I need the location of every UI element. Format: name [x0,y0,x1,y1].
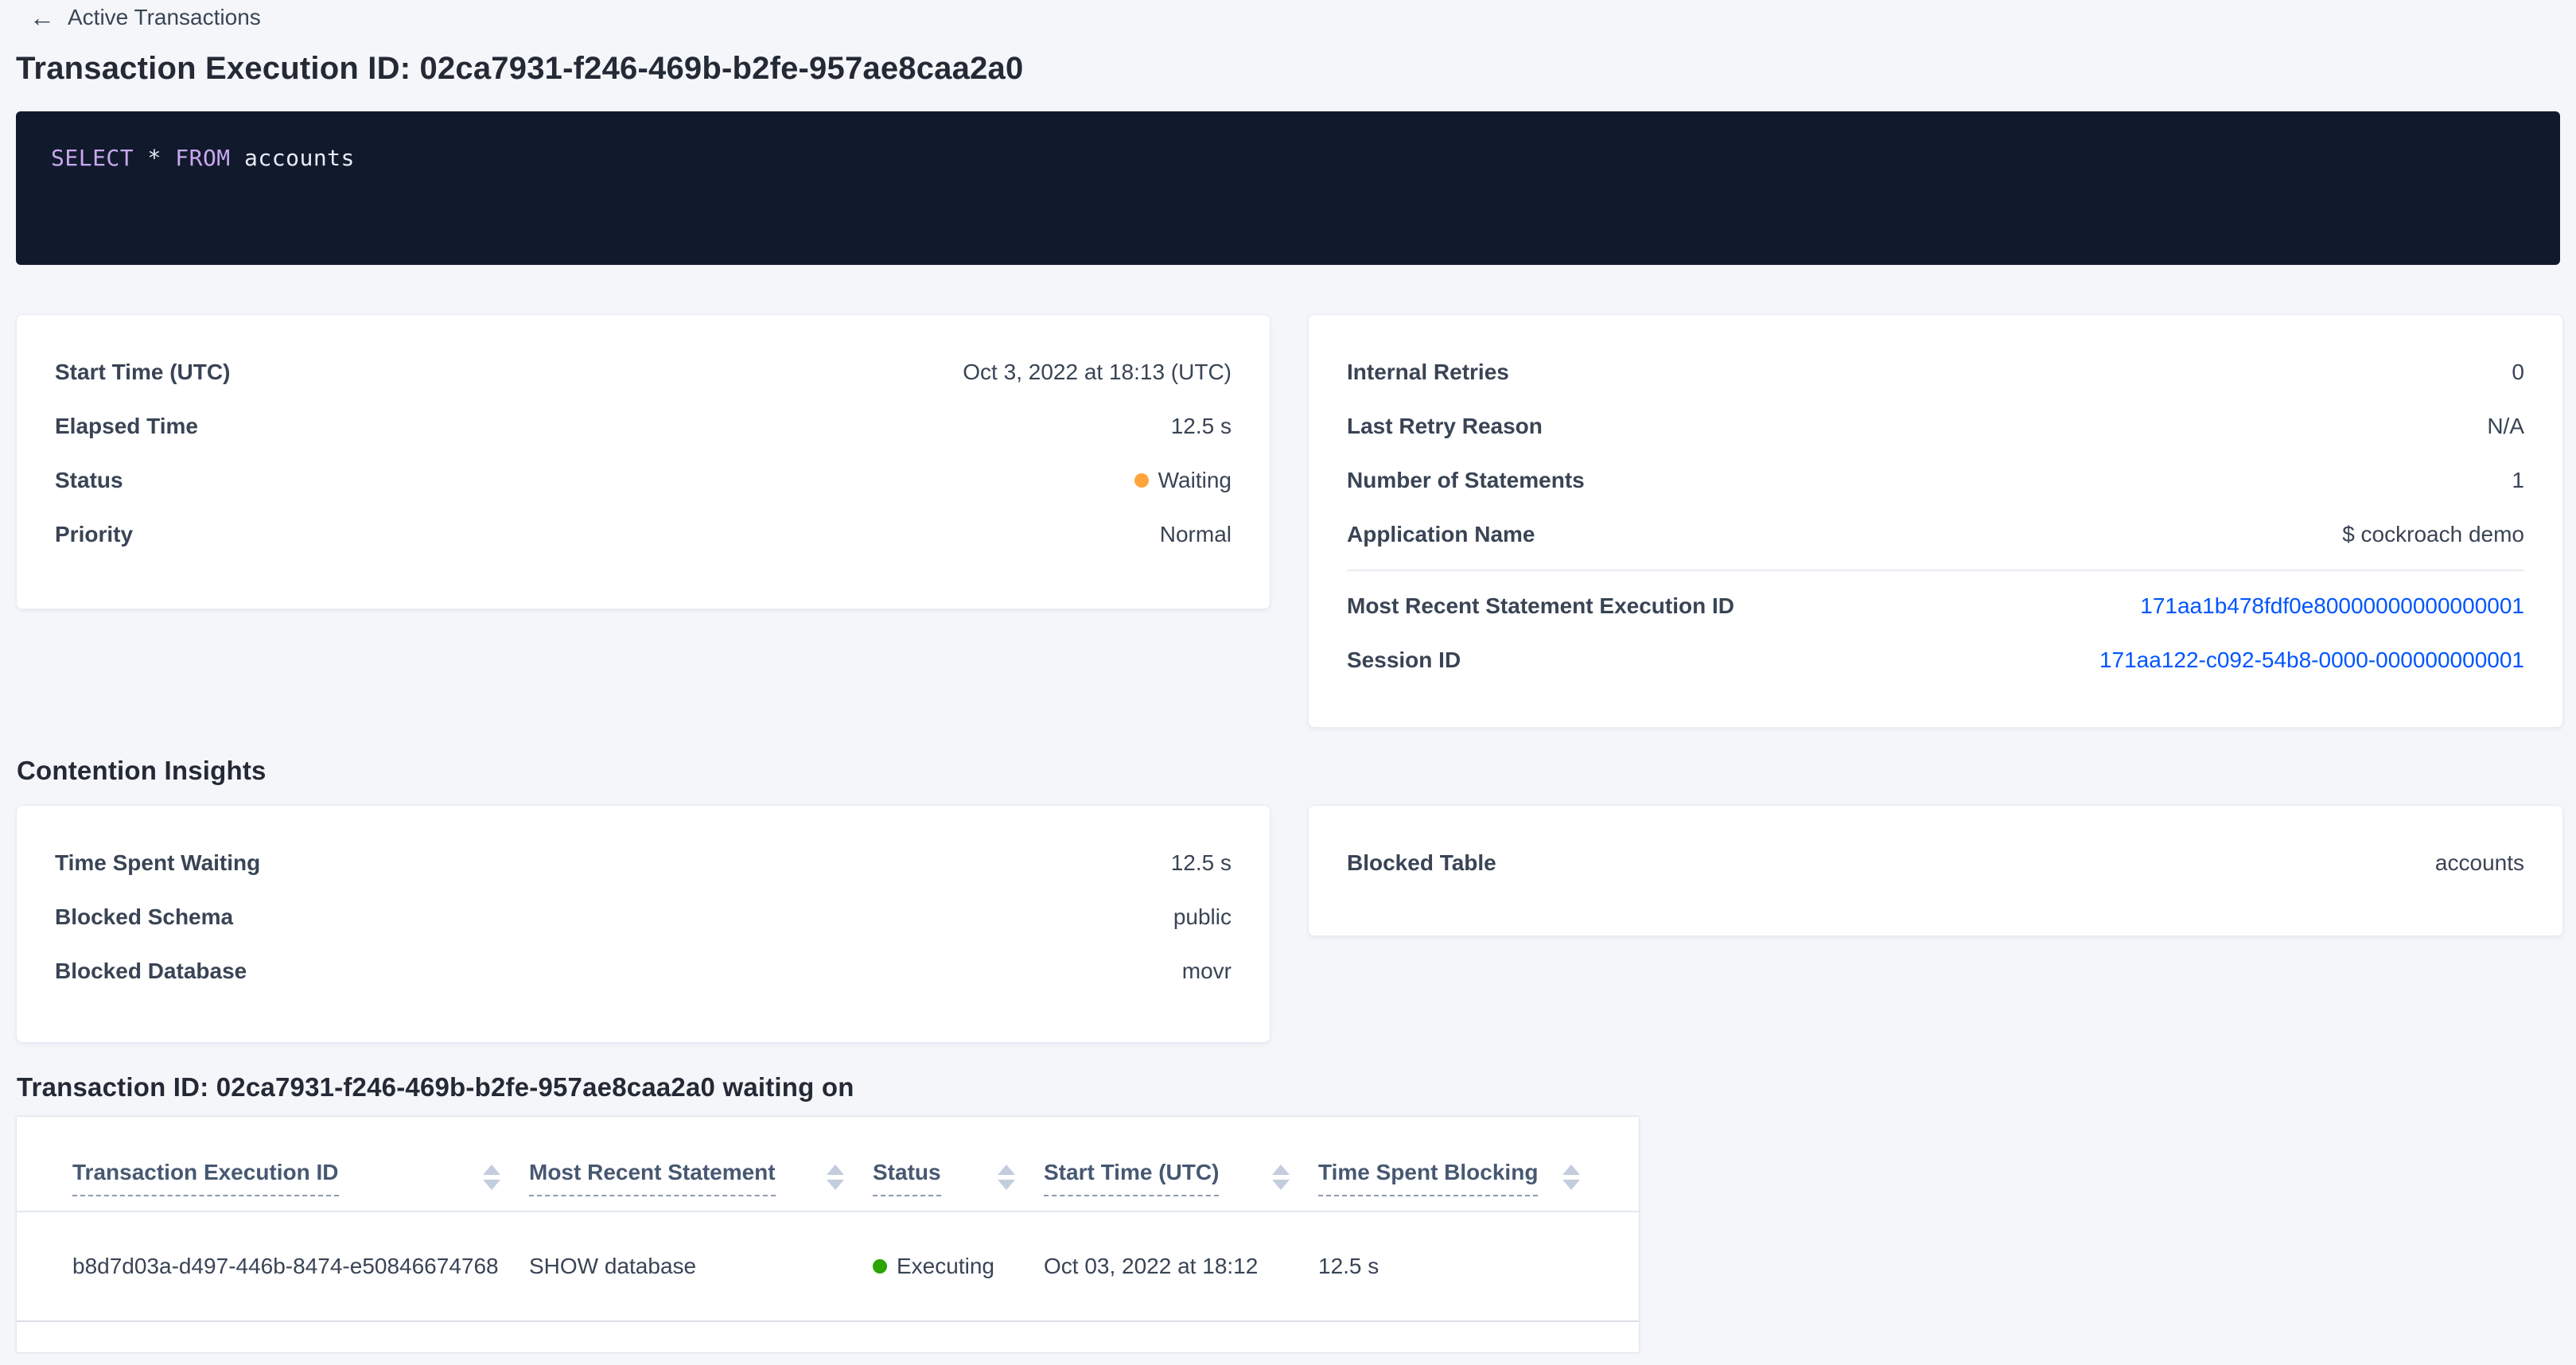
priority-value: Normal [1160,522,1232,547]
sql-star: * [148,145,161,171]
detail-row-start-time: Start Time (UTC) Oct 3, 2022 at 18:13 (U… [55,345,1232,399]
detail-row-last-retry-reason: Last Retry Reason N/A [1347,399,2524,453]
most-recent-statement-execution-id-label: Most Recent Statement Execution ID [1347,593,1734,619]
back-link-label: Active Transactions [68,5,261,30]
sql-table-name: accounts [244,145,355,171]
elapsed-time-label: Elapsed Time [55,414,198,439]
session-id-label: Session ID [1347,648,1461,673]
blocked-table-value: accounts [2435,850,2524,876]
blocked-table-label: Blocked Table [1347,850,1496,876]
time-spent-waiting-label: Time Spent Waiting [55,850,260,876]
column-header-status[interactable]: Status [873,1160,1044,1196]
detail-row-application-name: Application Name $ cockroach demo [1347,508,2524,562]
start-time-value: Oct 3, 2022 at 18:13 (UTC) [963,360,1232,385]
detail-row-most-recent-statement-execution-id: Most Recent Statement Execution ID 171aa… [1347,579,2524,633]
sort-icon[interactable] [827,1165,844,1190]
cell-time-spent-blocking: 12.5 s [1318,1254,1609,1279]
detail-row-priority: Priority Normal [55,508,1232,562]
contention-insights-heading: Contention Insights [17,756,267,786]
transaction-overview-card-right: Internal Retries 0 Last Retry Reason N/A… [1308,314,2563,728]
column-header-label[interactable]: Transaction Execution ID [72,1160,339,1196]
detail-row-blocked-table: Blocked Table accounts [1347,836,2524,890]
cell-start-time: Oct 03, 2022 at 18:12 [1044,1254,1318,1279]
number-of-statements-value: 1 [2512,468,2524,493]
column-header-label[interactable]: Time Spent Blocking [1318,1160,1538,1196]
blocked-schema-value: public [1173,904,1232,930]
status-badge: Waiting [1134,468,1232,493]
waiting-status-dot-icon [1134,473,1149,488]
back-to-active-transactions-link[interactable]: ← Active Transactions [29,5,261,30]
internal-retries-value: 0 [2512,360,2524,385]
page-title: Transaction Execution ID: 02ca7931-f246-… [16,51,1023,87]
status-value: Waiting [1158,468,1232,493]
last-retry-reason-label: Last Retry Reason [1347,414,1543,439]
contention-card-left: Time Spent Waiting 12.5 s Blocked Schema… [16,805,1270,1043]
most-recent-statement-execution-id-link[interactable]: 171aa1b478fdf0e80000000000000001 [2140,593,2524,619]
last-retry-reason-value: N/A [2487,414,2524,439]
sort-icon[interactable] [1562,1165,1580,1190]
number-of-statements-label: Number of Statements [1347,468,1585,493]
sql-statement-box: SELECT * FROM accounts [16,111,2560,265]
application-name-label: Application Name [1347,522,1535,547]
blocked-database-label: Blocked Database [55,959,247,984]
sql-keyword-select: SELECT [51,145,134,171]
column-header-label[interactable]: Most Recent Statement [529,1160,776,1196]
sort-icon[interactable] [483,1165,500,1190]
detail-row-time-spent-waiting: Time Spent Waiting 12.5 s [55,836,1232,890]
cell-most-recent-statement: SHOW database [529,1254,873,1279]
column-header-label[interactable]: Start Time (UTC) [1044,1160,1219,1196]
sql-keyword-from: FROM [175,145,230,171]
detail-row-number-of-statements: Number of Statements 1 [1347,453,2524,508]
contention-card-right: Blocked Table accounts [1308,805,2563,936]
row-status-value: Executing [897,1254,994,1279]
detail-row-elapsed-time: Elapsed Time 12.5 s [55,399,1232,453]
time-spent-waiting-value: 12.5 s [1171,850,1232,876]
detail-row-status: Status Waiting [55,453,1232,508]
column-header-time-spent-blocking[interactable]: Time Spent Blocking [1318,1160,1609,1196]
elapsed-time-value: 12.5 s [1171,414,1232,439]
column-header-most-recent-statement[interactable]: Most Recent Statement [529,1160,873,1196]
sort-icon[interactable] [998,1165,1015,1190]
table-header-row: Transaction Execution ID Most Recent Sta… [17,1117,1639,1212]
cell-status: Executing [873,1254,1044,1279]
blocked-database-value: movr [1182,959,1232,984]
internal-retries-label: Internal Retries [1347,360,1509,385]
application-name-value: $ cockroach demo [2342,522,2524,547]
executing-status-dot-icon [873,1259,887,1274]
detail-row-blocked-database: Blocked Database movr [55,944,1232,998]
table-row: b8d7d03a-d497-446b-8474-e50846674768 SHO… [17,1212,1639,1322]
status-label: Status [55,468,123,493]
cell-transaction-execution-id: b8d7d03a-d497-446b-8474-e50846674768 [72,1254,529,1279]
priority-label: Priority [55,522,133,547]
column-header-label[interactable]: Status [873,1160,941,1196]
detail-row-internal-retries: Internal Retries 0 [1347,345,2524,399]
column-header-transaction-execution-id[interactable]: Transaction Execution ID [72,1160,529,1196]
sort-icon[interactable] [1272,1165,1290,1190]
waiting-on-table: Transaction Execution ID Most Recent Sta… [17,1117,1639,1352]
blocked-schema-label: Blocked Schema [55,904,233,930]
transaction-overview-card-left: Start Time (UTC) Oct 3, 2022 at 18:13 (U… [16,314,1270,609]
arrow-left-icon: ← [29,5,55,30]
detail-row-session-id: Session ID 171aa122-c092-54b8-0000-00000… [1347,633,2524,687]
detail-row-blocked-schema: Blocked Schema public [55,890,1232,944]
start-time-label: Start Time (UTC) [55,360,230,385]
card-divider [1347,570,2524,571]
column-header-start-time[interactable]: Start Time (UTC) [1044,1160,1318,1196]
waiting-on-heading: Transaction ID: 02ca7931-f246-469b-b2fe-… [17,1072,854,1102]
session-id-link[interactable]: 171aa122-c092-54b8-0000-000000000001 [2099,648,2524,673]
